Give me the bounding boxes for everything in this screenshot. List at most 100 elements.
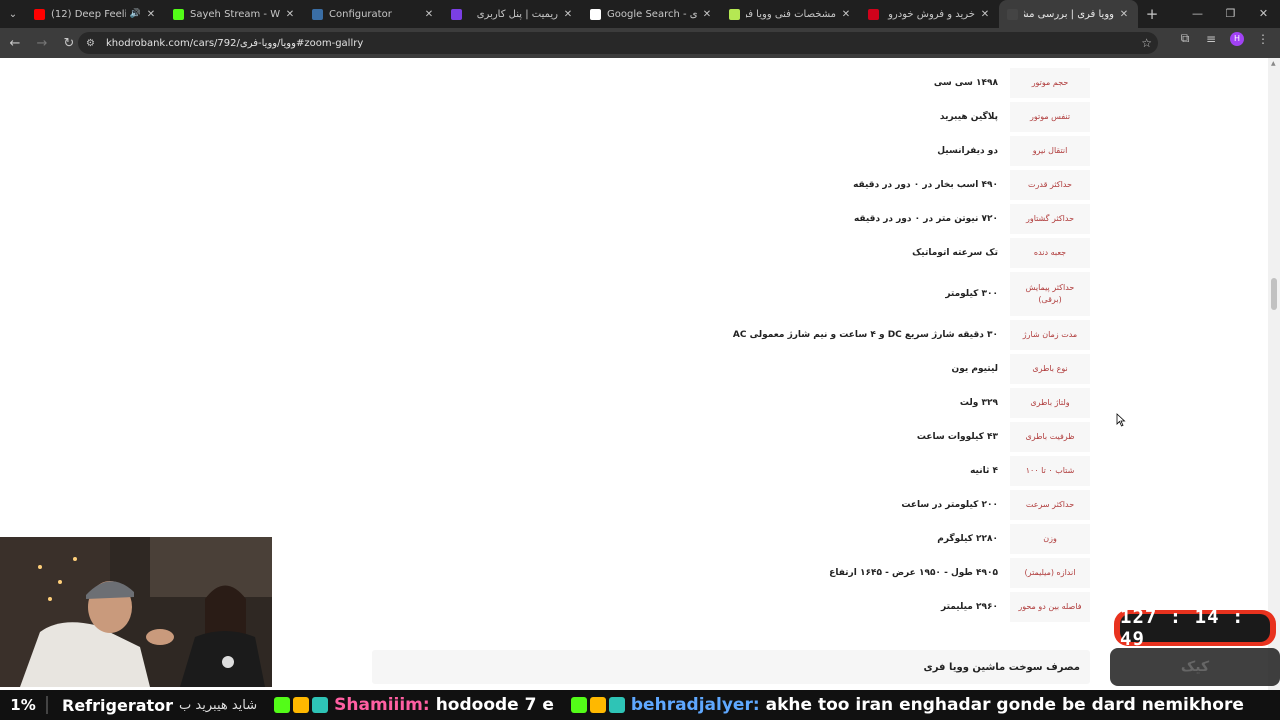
chat-badge-icon: [312, 697, 329, 713]
scrollbar-thumb[interactable]: [1271, 278, 1277, 310]
chat-badge-icon: [274, 697, 291, 713]
spec-value: ۳۲۹ ولت: [959, 398, 998, 408]
spec-row: حداکثر قدرت ۴۹۰ اسب بخار در ۰ دور در دقیق…: [760, 170, 1090, 204]
spec-row: اندازه (میلیمتر) ۴۹۰۵ طول - ۱۹۵۰ عرض - ۱۶…: [760, 558, 1090, 592]
minimize-icon[interactable]: —: [1181, 0, 1214, 28]
spec-label: حداکثر پیمایش (برقی): [1010, 272, 1090, 316]
spec-label: مدت زمان شارژ: [1010, 320, 1090, 350]
browser-tab[interactable]: خرید و فروش خودرو وویا د ✕: [860, 0, 999, 28]
spec-value: ۲۹۶۰ میلیمتر: [940, 602, 998, 612]
tab-favicon-icon: [590, 8, 601, 20]
chat-message: Shamiiim: hodoode 7 e: [271, 695, 554, 715]
chat-message: behradjalyer: akhe too iran enghadar gond…: [568, 695, 1244, 715]
spec-row: جعبه دنده تک سرعته اتوماتیک: [760, 238, 1090, 272]
spec-row: حداکثر گشتاور ۷۲۰ نیوتن متر در ۰ دور در د…: [760, 204, 1090, 238]
tab-close-icon[interactable]: ✕: [701, 9, 713, 20]
fuel-consumption-header[interactable]: مصرف سوخت ماشین وویا فری: [372, 650, 1090, 684]
bookmark-star-icon[interactable]: ☆: [1141, 36, 1152, 50]
tab-title: مشخصات فنی وویا فری 5: [746, 8, 836, 20]
browser-tab[interactable]: ریمیت | پنل کاربری ✕: [443, 0, 582, 28]
browser-tab-bar: ⌄ (12) Deep Feeling Mu🔊✕Sayeh Stream - W…: [0, 0, 1280, 28]
spec-label: حداکثر سرعت: [1010, 490, 1090, 520]
chat-username: Shamiiim:: [334, 695, 430, 715]
tab-close-icon[interactable]: ✕: [145, 9, 157, 20]
chat-badge-icon: [293, 697, 310, 713]
browser-tab[interactable]: Google Search - وویا فری ✕: [582, 0, 721, 28]
spec-row: ولتاژ باطری ۳۲۹ ولت: [760, 388, 1090, 422]
spec-value: لیتیوم یون: [951, 364, 998, 374]
tab-close-icon[interactable]: ✕: [284, 9, 296, 20]
chat-ticker: 1% Refrigerator شاید هیبرید ب Shamiiim: h…: [0, 690, 1280, 720]
chat-badge-icon: [570, 697, 587, 713]
spec-label: شتاب ۰ تا ۱۰۰: [1010, 456, 1090, 486]
chat-text: akhe too iran enghadar gonde be dard nem…: [765, 695, 1244, 715]
tab-audio-icon[interactable]: 🔊: [130, 9, 141, 19]
tab-title: Configurator: [329, 8, 392, 20]
tab-title: Sayeh Stream - Watch Li: [190, 8, 280, 20]
back-icon[interactable]: ←: [3, 31, 27, 55]
close-window-icon[interactable]: ✕: [1247, 0, 1280, 28]
spec-row: حداکثر سرعت ۲۰۰ کیلومتر در ساعت: [760, 490, 1090, 524]
address-bar[interactable]: ⚙ khodrobank.com/cars/792/وویا/وویا-فری#…: [78, 32, 1158, 54]
sponsor-logo: کیک: [1110, 648, 1280, 686]
tab-close-icon[interactable]: ✕: [1118, 9, 1130, 20]
spec-value: ۳۰۰ کیلومتر: [945, 289, 998, 299]
chat-username: behradjalyer:: [630, 695, 760, 715]
media-controls-icon[interactable]: ≡: [1198, 32, 1224, 46]
spec-label: حداکثر قدرت: [1010, 170, 1090, 200]
extensions-icon[interactable]: ⧉: [1172, 31, 1198, 46]
browser-tab[interactable]: مشخصات فنی وویا فری 5 ✕: [721, 0, 860, 28]
tab-close-icon[interactable]: ✕: [562, 9, 574, 20]
tab-favicon-icon: [34, 8, 45, 20]
browser-tab[interactable]: Configurator ✕: [304, 0, 443, 28]
tab-favicon-icon: [173, 8, 184, 20]
spec-value: پلاگین هیبرید: [939, 112, 998, 122]
ticker-message: شاید هیبرید ب: [179, 697, 258, 713]
spec-label: اندازه (میلیمتر): [1010, 558, 1090, 588]
scroll-up-icon[interactable]: ▲: [1271, 60, 1276, 67]
url-text: khodrobank.com/cars/792/وویا/وویا-فری#zo…: [106, 37, 364, 49]
browser-tab[interactable]: Sayeh Stream - Watch Li ✕: [165, 0, 304, 28]
menu-icon[interactable]: ⋮: [1250, 32, 1276, 46]
mouse-cursor-icon: [1116, 413, 1126, 427]
spec-row: تنفس موتور پلاگین هیبرید: [760, 102, 1090, 136]
browser-tab[interactable]: (12) Deep Feeling Mu 🔊 ✕: [26, 0, 165, 28]
spec-value: ۴۳ کیلووات ساعت: [916, 432, 998, 442]
tab-title: (12) Deep Feeling Mu: [51, 8, 126, 20]
tab-close-icon[interactable]: ✕: [840, 9, 852, 20]
tab-close-icon[interactable]: ✕: [979, 9, 991, 20]
spec-row: ظرفیت باطری ۴۳ کیلووات ساعت: [760, 422, 1090, 456]
restore-icon[interactable]: ❐: [1214, 0, 1247, 28]
spec-row: حجم موتور ۱۴۹۸ سی سی: [760, 68, 1090, 102]
spec-row: مدت زمان شارژ ۳۰ دقیقه شارژ سریع DC و ۴ س…: [733, 320, 1090, 354]
spec-row: شتاب ۰ تا ۱۰۰ ۴ ثانیه: [760, 456, 1090, 490]
tab-title: Google Search - وویا فری: [607, 8, 697, 20]
site-info-icon[interactable]: ⚙: [86, 38, 102, 49]
spec-label: انتقال نیرو: [1010, 136, 1090, 166]
browser-tab[interactable]: وویا فری | بررسی مشخصات ✕: [999, 0, 1138, 28]
spec-value: ۲۰۰ کیلومتر در ساعت: [901, 500, 998, 510]
spec-value: ۲۲۸۰ کیلوگرم: [937, 534, 998, 544]
new-tab-button[interactable]: +: [1138, 5, 1166, 23]
spec-value: ۱۴۹۸ سی سی: [933, 78, 998, 88]
tab-search-button[interactable]: ⌄: [0, 0, 26, 28]
spec-value: تک سرعته اتوماتیک: [912, 248, 998, 258]
spec-row: فاصله بین دو محور ۲۹۶۰ میلیمتر: [760, 592, 1090, 626]
chat-badge-icon: [589, 697, 606, 713]
tab-title: ریمیت | پنل کاربری: [476, 8, 558, 20]
streamer-webcam: [0, 537, 272, 687]
tab-close-icon[interactable]: ✕: [423, 9, 435, 20]
spec-row: حداکثر پیمایش (برقی) ۳۰۰ کیلومتر: [760, 272, 1090, 316]
tab-title: خرید و فروش خودرو وویا د: [885, 8, 975, 20]
tab-favicon-icon: [451, 8, 462, 20]
ticker-percent: 1%: [0, 696, 48, 714]
tab-favicon-icon: [1007, 8, 1018, 20]
profile-avatar[interactable]: H: [1230, 31, 1244, 46]
spec-label: وزن: [1010, 524, 1090, 554]
forward-icon[interactable]: →: [30, 31, 54, 55]
spec-value: ۷۲۰ نیوتن متر در ۰ دور در دقیقه: [853, 214, 998, 224]
stream-timer: 127 : 14 : 49: [1114, 606, 1276, 650]
chat-badge-icon: [608, 697, 625, 713]
spec-value: ۴ ثانیه: [970, 466, 998, 476]
ticker-item: Refrigerator: [62, 695, 174, 715]
